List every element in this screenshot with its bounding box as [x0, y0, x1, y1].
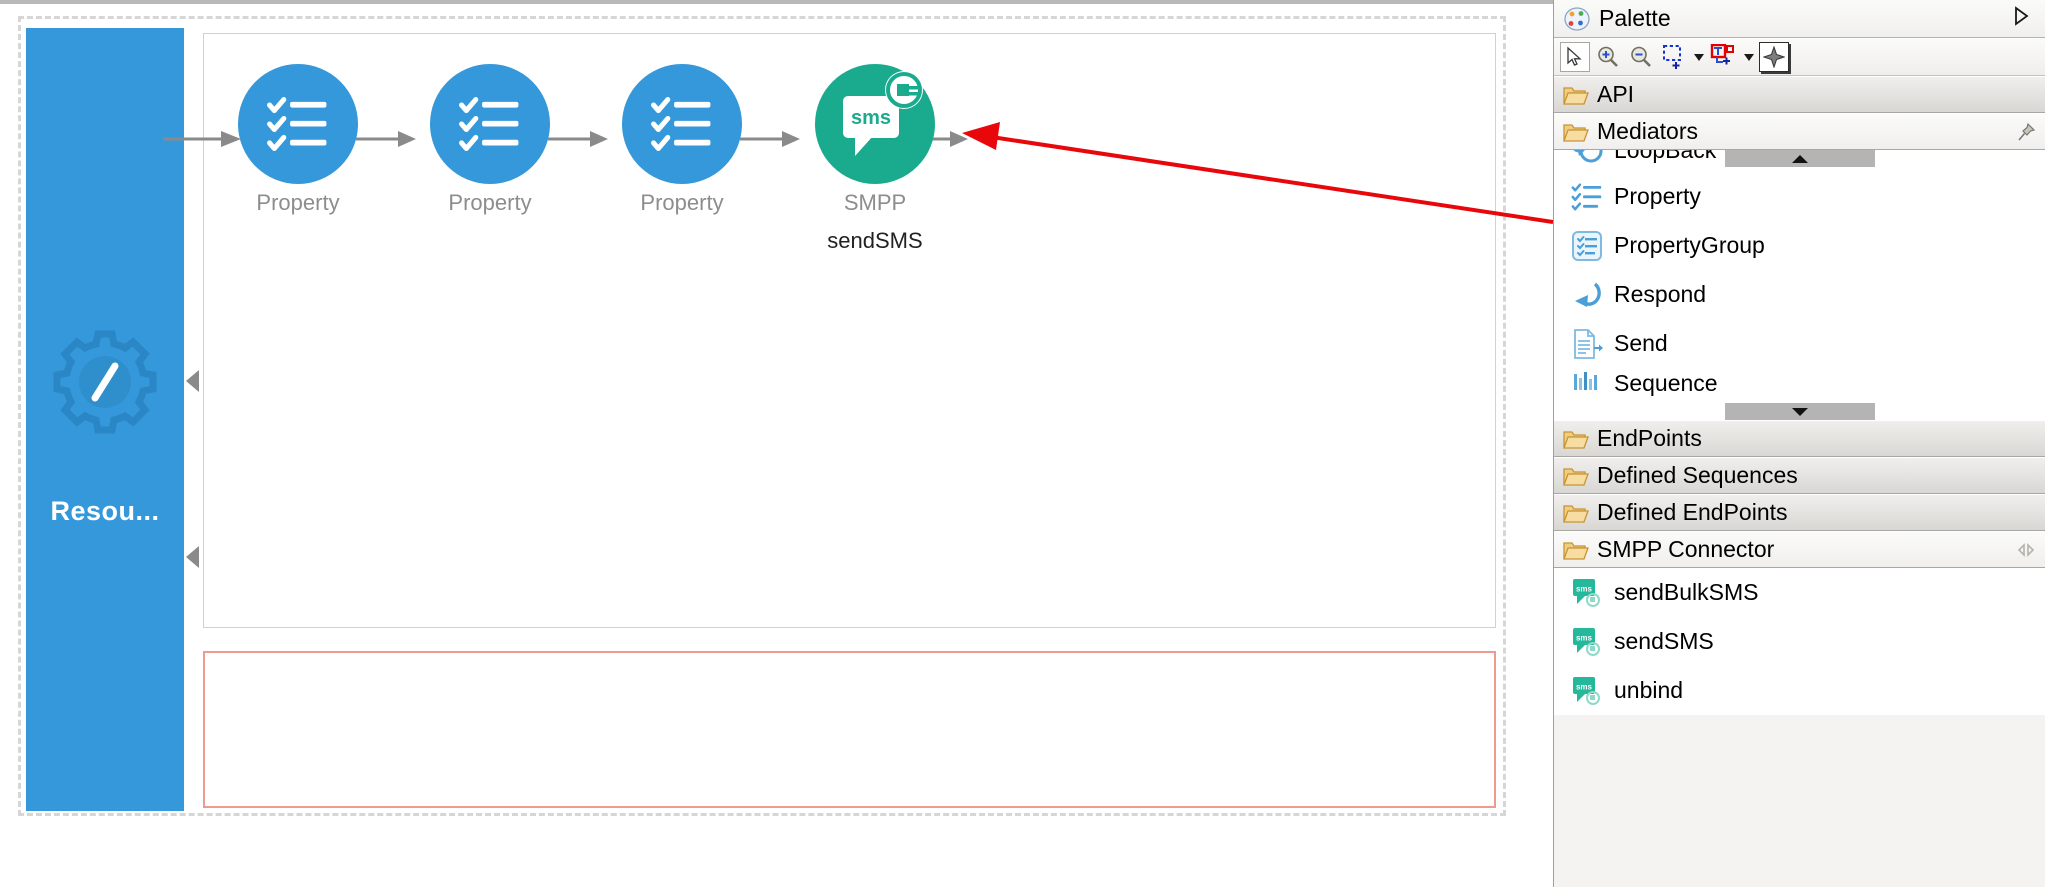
- palette-item-label: Sequence: [1614, 369, 1718, 396]
- smpp-node-circle: sms: [815, 64, 935, 184]
- mediator-node-property-2[interactable]: Property: [430, 64, 550, 216]
- connector-arrow-0: [163, 131, 241, 147]
- palette-item-label: Respond: [1614, 281, 1707, 307]
- palette-item-unbind[interactable]: sms unbind: [1554, 666, 2045, 715]
- palette-item-label: LoopBack: [1614, 150, 1716, 164]
- folder-open-icon: [1563, 541, 1589, 560]
- fault-sequence-container[interactable]: [203, 651, 1496, 808]
- palette-title-bar: Palette: [1554, 0, 2045, 38]
- node-label: SMPP: [843, 190, 907, 215]
- folder-open-icon: [1563, 467, 1589, 486]
- property-checklist-icon: [650, 94, 714, 154]
- folder-open-icon: [1563, 86, 1589, 105]
- drawer-label: API: [1597, 81, 1635, 107]
- palette-drawer-body-mediators: LoopBack Property: [1554, 150, 2045, 420]
- connector-node-smpp-sendsms[interactable]: sms SMPP sendSMS: [815, 64, 935, 254]
- node-label: Property: [640, 190, 724, 215]
- connector-arrow-2: [548, 131, 608, 147]
- palette-item-propertygroup[interactable]: PropertyGroup: [1554, 221, 2045, 270]
- send-document-icon: [1571, 328, 1603, 360]
- palette-item-sendbulksms[interactable]: sms sendBulkSMS: [1554, 568, 2045, 617]
- svg-text:sms: sms: [851, 107, 891, 129]
- palette-item-label: sendBulkSMS: [1614, 579, 1759, 605]
- property-checklist-icon: [1571, 181, 1603, 213]
- palette-toolbar[interactable]: [1554, 38, 2045, 76]
- palette-drawer-endpoints[interactable]: EndPoints: [1554, 420, 2045, 457]
- connection-create-icon[interactable]: [1709, 42, 1739, 72]
- resource-out-arrow-fault: [186, 546, 199, 568]
- diamond-star-icon[interactable]: [1759, 41, 1789, 72]
- palette-item-label: unbind: [1614, 677, 1684, 703]
- connector-arrow-1: [356, 131, 416, 147]
- triangle-right-icon[interactable]: [2011, 5, 2031, 32]
- palette-drawer-mediators[interactable]: Mediators: [1554, 113, 2045, 150]
- sms-connector-icon: sms: [1571, 577, 1603, 609]
- palette-drawer-defined-endpoints[interactable]: Defined EndPoints: [1554, 494, 2045, 531]
- loopback-icon: [1571, 150, 1603, 166]
- property-checklist-icon: [458, 94, 522, 154]
- drawer-label: Mediators: [1597, 118, 1698, 144]
- palette-drawer-smpp-connector[interactable]: SMPP Connector: [1554, 531, 2045, 568]
- canvas-top-divider: [0, 0, 1553, 4]
- sms-connector-icon: sms: [1571, 626, 1603, 658]
- respond-arrow-icon: [1571, 279, 1603, 311]
- palette-item-sendsms[interactable]: sms sendSMS: [1554, 617, 2045, 666]
- sequence-icon: [1571, 367, 1603, 399]
- palette-icon: [1564, 6, 1590, 31]
- palette-panel[interactable]: Palette API Mediators Property PropertyG…: [1553, 0, 2045, 887]
- pin-icon[interactable]: [2016, 122, 2036, 142]
- palette-item-sequence[interactable]: Sequence: [1554, 368, 2045, 398]
- svg-text:sms: sms: [1576, 584, 1593, 593]
- folder-open-icon: [1563, 430, 1589, 449]
- node-label: Property: [448, 190, 532, 215]
- scroll-up-arrow[interactable]: [1724, 150, 1875, 167]
- scroll-down-arrow[interactable]: [1724, 403, 1875, 420]
- folder-open-icon: [1563, 504, 1589, 523]
- drawer-label: Defined Sequences: [1597, 462, 1798, 488]
- sms-connector-icon: sms: [843, 71, 923, 156]
- property-checklist-icon: [266, 94, 330, 154]
- resource-label: Resou...: [50, 496, 160, 526]
- property-node-circle: [622, 64, 742, 184]
- palette-item-label: PropertyGroup: [1614, 232, 1765, 258]
- node-label: Property: [256, 190, 340, 215]
- palette-drawer-defined-sequences[interactable]: Defined Sequences: [1554, 457, 2045, 494]
- marquee-select-icon[interactable]: [1659, 42, 1689, 72]
- gear-slash-icon: [53, 330, 157, 434]
- property-group-icon: [1571, 230, 1603, 262]
- sms-connector-icon: sms: [1571, 675, 1603, 707]
- drawer-label: SMPP Connector: [1597, 536, 1775, 562]
- connector-arrow-3: [740, 131, 800, 147]
- palette-item-label: Property: [1614, 183, 1701, 209]
- application-window: Resou... Property Property Property sms …: [0, 0, 2045, 887]
- property-node-circle: [430, 64, 550, 184]
- palette-item-label: sendSMS: [1614, 628, 1714, 654]
- palette-drawer-api[interactable]: API: [1554, 76, 2045, 113]
- drawer-label: Defined EndPoints: [1597, 499, 1788, 525]
- node-sublabel: sendSMS: [827, 228, 923, 253]
- palette-title: Palette: [1599, 5, 1671, 31]
- magnifier-plus-icon[interactable]: [1593, 42, 1623, 72]
- resource-out-arrow-main: [186, 370, 199, 392]
- palette-drawer-body-smpp: sms sendBulkSMS sms sendSMS sms unbind: [1554, 568, 2045, 715]
- unpin-icon[interactable]: [2016, 540, 2036, 560]
- svg-text:sms: sms: [1576, 682, 1593, 691]
- drawer-label: EndPoints: [1597, 425, 1702, 451]
- caret-down-icon[interactable]: [1742, 43, 1756, 71]
- resource-node[interactable]: Resou...: [26, 28, 184, 811]
- caret-down-icon[interactable]: [1692, 43, 1706, 71]
- arrow-cursor-icon[interactable]: [1560, 41, 1590, 72]
- diagram-canvas[interactable]: Resou... Property Property Property sms …: [0, 0, 1553, 887]
- mediator-node-property-3[interactable]: Property: [622, 64, 742, 216]
- palette-item-respond[interactable]: Respond: [1554, 270, 2045, 319]
- svg-text:sms: sms: [1576, 633, 1593, 642]
- property-node-circle: [238, 64, 358, 184]
- palette-item-send[interactable]: Send: [1554, 319, 2045, 368]
- magnifier-minus-icon[interactable]: [1626, 42, 1656, 72]
- folder-open-icon: [1563, 123, 1589, 142]
- palette-item-property[interactable]: Property: [1554, 172, 2045, 221]
- mediator-node-property-1[interactable]: Property: [238, 64, 358, 216]
- palette-item-label: Send: [1614, 330, 1668, 356]
